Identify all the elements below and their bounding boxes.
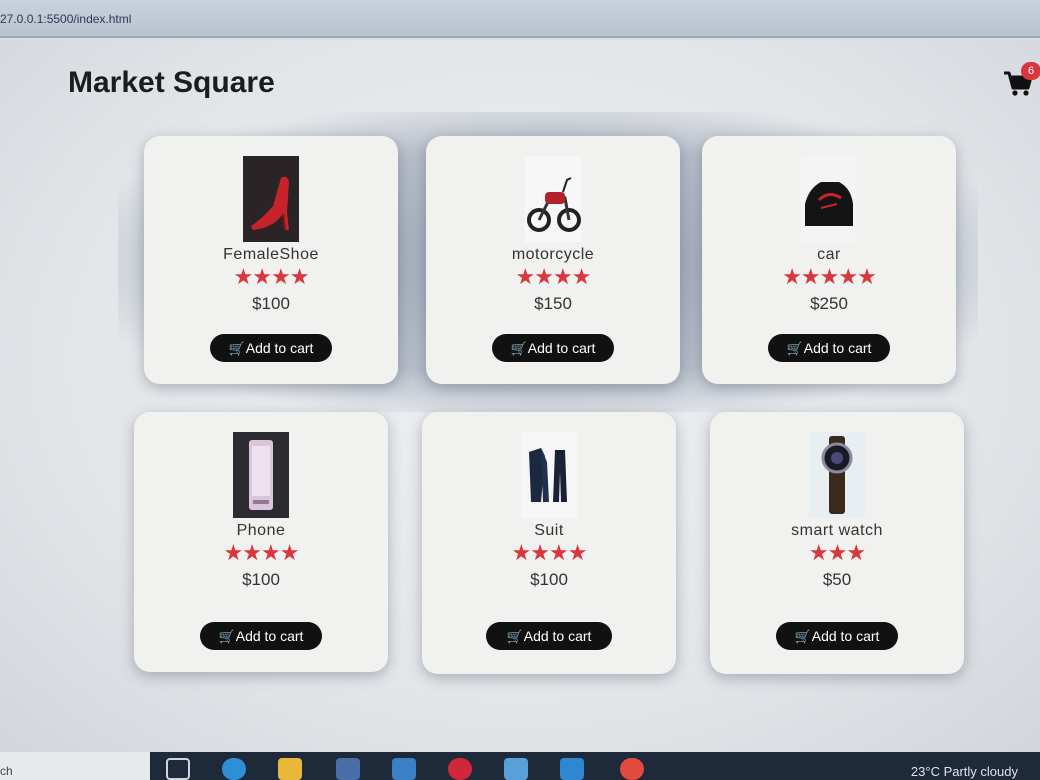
add-to-cart-button[interactable]: 🛒Add to cart — [492, 334, 614, 362]
cart-plus-icon: 🛒 — [510, 341, 527, 356]
add-to-cart-button[interactable]: 🛒Add to cart — [776, 622, 898, 650]
product-card: car ★★★★★ $250 🛒Add to cart — [702, 136, 956, 384]
task-view-icon[interactable] — [166, 758, 190, 780]
add-to-cart-button[interactable]: 🛒Add to cart — [210, 334, 332, 362]
product-name: Suit — [534, 522, 564, 539]
product-image-female-shoe — [243, 156, 299, 242]
cart-plus-icon: 🛒 — [794, 629, 811, 644]
add-to-cart-label: Add to cart — [527, 340, 596, 356]
star-rating: ★★★★★ — [782, 264, 877, 289]
photos-icon[interactable] — [504, 758, 528, 780]
url-text[interactable]: 27.0.0.1:5500/index.html — [0, 12, 131, 26]
product-card: Phone ★★★★ $100 🛒Add to cart — [134, 412, 388, 672]
cart-count-badge: 6 — [1021, 62, 1040, 80]
star-rating: ★★★★ — [233, 264, 310, 289]
page-title: Market Square — [68, 66, 275, 99]
opera-icon[interactable] — [448, 758, 472, 780]
product-price: $100 — [252, 294, 290, 313]
product-card: Suit ★★★★ $100 🛒Add to cart — [422, 412, 676, 674]
cart-plus-icon: 🛒 — [228, 341, 245, 356]
store-icon[interactable] — [336, 758, 360, 780]
product-price: $250 — [810, 294, 848, 313]
cart-plus-icon: 🛒 — [218, 629, 235, 644]
add-to-cart-label: Add to cart — [235, 628, 304, 644]
product-name: Phone — [236, 522, 286, 539]
add-to-cart-button[interactable]: 🛒Add to cart — [200, 622, 322, 650]
vscode-icon[interactable] — [560, 758, 584, 780]
product-price: $100 — [242, 570, 280, 589]
product-image-motorcycle — [525, 156, 581, 242]
taskbar: 23°C Partly cloudy — [150, 752, 1040, 780]
star-rating: ★★★★ — [511, 540, 588, 565]
add-to-cart-label: Add to cart — [523, 628, 592, 644]
product-name: car — [817, 246, 841, 263]
product-image-smart-watch — [809, 432, 865, 518]
product-image-phone — [233, 432, 289, 518]
weather-text[interactable]: 23°C Partly cloudy — [911, 764, 1018, 779]
browser-address-bar[interactable]: 27.0.0.1:5500/index.html — [0, 0, 1040, 38]
star-rating: ★★★★ — [223, 540, 300, 565]
page-header: Market Square — [68, 66, 275, 100]
add-to-cart-label: Add to cart — [245, 340, 314, 356]
product-card: motorcycle ★★★★ $150 🛒Add to cart — [426, 136, 680, 384]
cart-plus-icon: 🛒 — [506, 629, 523, 644]
cart-plus-icon: 🛒 — [786, 341, 803, 356]
star-rating: ★★★ — [808, 540, 866, 565]
product-image-car — [801, 156, 857, 242]
product-name: FemaleShoe — [223, 246, 319, 263]
product-price: $150 — [534, 294, 572, 313]
star-rating: ★★★★ — [515, 264, 592, 289]
add-to-cart-button[interactable]: 🛒Add to cart — [486, 622, 612, 650]
product-price: $50 — [822, 570, 852, 589]
chrome-icon[interactable] — [620, 758, 644, 780]
mail-icon[interactable] — [392, 758, 416, 780]
file-explorer-icon[interactable] — [278, 758, 302, 780]
product-card: FemaleShoe ★★★★ $100 🛒Add to cart — [144, 136, 398, 384]
product-name: smart watch — [791, 522, 883, 539]
product-price: $100 — [530, 570, 568, 589]
search-strip-text: ch — [0, 764, 13, 778]
search-strip[interactable]: ch — [0, 752, 150, 780]
cart-button[interactable]: 6 — [1003, 62, 1040, 100]
edge-browser-icon[interactable] — [222, 758, 246, 780]
product-name: motorcycle — [511, 246, 595, 263]
add-to-cart-label: Add to cart — [811, 628, 880, 644]
product-image-suit — [521, 432, 577, 518]
add-to-cart-button[interactable]: 🛒Add to cart — [768, 334, 890, 362]
product-card: smart watch ★★★ $50 🛒Add to cart — [710, 412, 964, 674]
add-to-cart-label: Add to cart — [803, 340, 872, 356]
